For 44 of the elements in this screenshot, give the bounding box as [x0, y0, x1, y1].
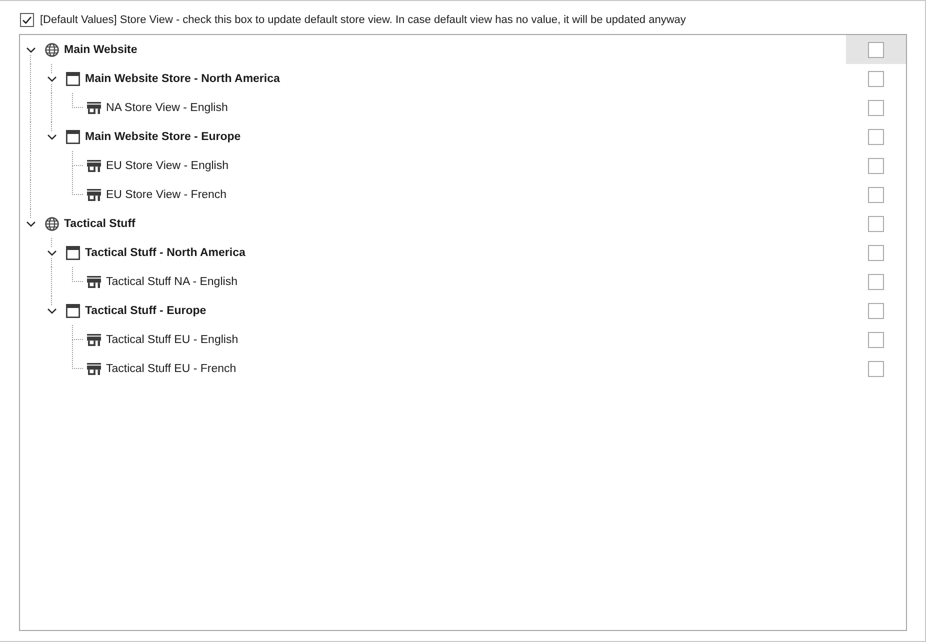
store-view-label[interactable]: EU Store View - English	[106, 158, 229, 174]
checkbox[interactable]	[868, 158, 884, 174]
store-label[interactable]: Tactical Stuff - Europe	[85, 302, 206, 318]
checkbox[interactable]	[868, 302, 884, 318]
store-view-label[interactable]: NA Store View - English	[106, 100, 228, 116]
checkbox[interactable]	[868, 360, 884, 376]
store-label[interactable]: Main Website Store - Europe	[85, 128, 241, 144]
chevron-down-icon[interactable]	[46, 306, 56, 316]
storefront-icon	[86, 362, 100, 376]
website-label[interactable]: Main Website	[64, 42, 138, 58]
storefront-icon	[86, 100, 100, 114]
window-icon	[66, 246, 80, 260]
globe-icon	[44, 42, 58, 56]
checkbox[interactable]	[868, 186, 884, 202]
chevron-down-icon[interactable]	[26, 218, 36, 228]
default-values-label: [Default Values] Store View - check this box to update default store view. In case default view has no value, it will be updated anyway	[40, 13, 686, 27]
checkbox[interactable]	[868, 244, 884, 260]
chevron-down-icon[interactable]	[46, 74, 56, 84]
storefront-icon	[86, 274, 100, 288]
chevron-down-icon[interactable]	[46, 132, 56, 142]
window-icon	[66, 130, 80, 144]
chevron-down-icon[interactable]	[46, 248, 56, 258]
store-view-label[interactable]: Tactical Stuff EU - English	[106, 332, 238, 348]
window-icon	[66, 72, 80, 86]
checkbox[interactable]	[20, 13, 34, 27]
checkbox[interactable]	[868, 274, 884, 290]
globe-icon	[44, 216, 58, 230]
storefront-icon	[86, 332, 100, 346]
checkbox[interactable]	[868, 100, 884, 116]
store-view-label[interactable]: EU Store View - French	[106, 186, 227, 202]
storefront-icon	[86, 188, 100, 202]
checkbox[interactable]	[868, 70, 884, 86]
store-view-label[interactable]: Tactical Stuff NA - English	[106, 274, 238, 290]
store-view-label[interactable]: Tactical Stuff EU - French	[106, 360, 236, 376]
checkbox[interactable]	[868, 128, 884, 144]
checkbox[interactable]	[868, 332, 884, 348]
checkbox[interactable]	[868, 216, 884, 232]
checkbox[interactable]	[868, 42, 884, 58]
website-label[interactable]: Tactical Stuff	[64, 216, 136, 232]
store-label[interactable]: Main Website Store - North America	[85, 70, 280, 86]
storefront-icon	[86, 158, 100, 172]
store-label[interactable]: Tactical Stuff - North America	[85, 244, 246, 260]
window-icon	[66, 304, 80, 318]
chevron-down-icon[interactable]	[26, 44, 36, 54]
